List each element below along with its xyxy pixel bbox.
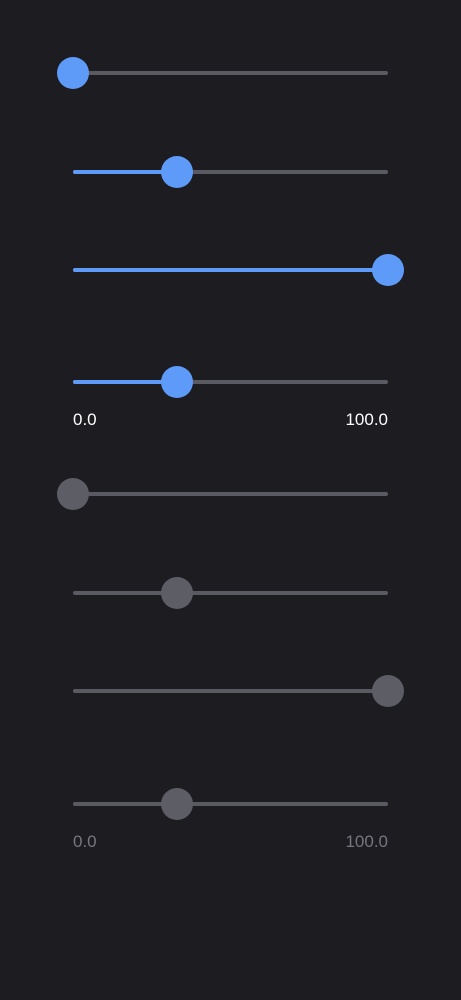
slider-enabled-with-labels[interactable]	[73, 365, 388, 399]
slider-min-label: 0.0	[73, 832, 97, 851]
slider-thumb	[372, 675, 404, 707]
slider-disabled-1	[57, 477, 388, 511]
slider-thumb[interactable]	[160, 366, 193, 398]
slider-disabled-3	[73, 674, 404, 708]
slider-track	[73, 802, 388, 806]
slider-disabled-2	[73, 576, 388, 610]
slider-track	[73, 492, 388, 496]
slider-track	[73, 71, 388, 75]
slider-thumb[interactable]	[57, 57, 89, 89]
slider-disabled-with-labels	[73, 787, 388, 821]
slider-min-label: 0.0	[73, 410, 97, 429]
slider-thumb[interactable]	[372, 254, 404, 286]
slider-max-label: 100.0	[345, 832, 388, 851]
slider-active-fill	[73, 268, 388, 272]
slider-max-label: 100.0	[345, 410, 388, 429]
slider-track	[73, 591, 388, 595]
slider-enabled-2[interactable]	[73, 155, 388, 189]
slider-enabled-3[interactable]	[73, 253, 404, 287]
slider-thumb	[160, 788, 193, 820]
slider-thumb	[57, 478, 89, 510]
slider-thumb	[160, 577, 193, 609]
slider-enabled-1[interactable]	[57, 56, 388, 90]
slider-track	[73, 689, 388, 693]
slider-thumb[interactable]	[160, 156, 193, 188]
